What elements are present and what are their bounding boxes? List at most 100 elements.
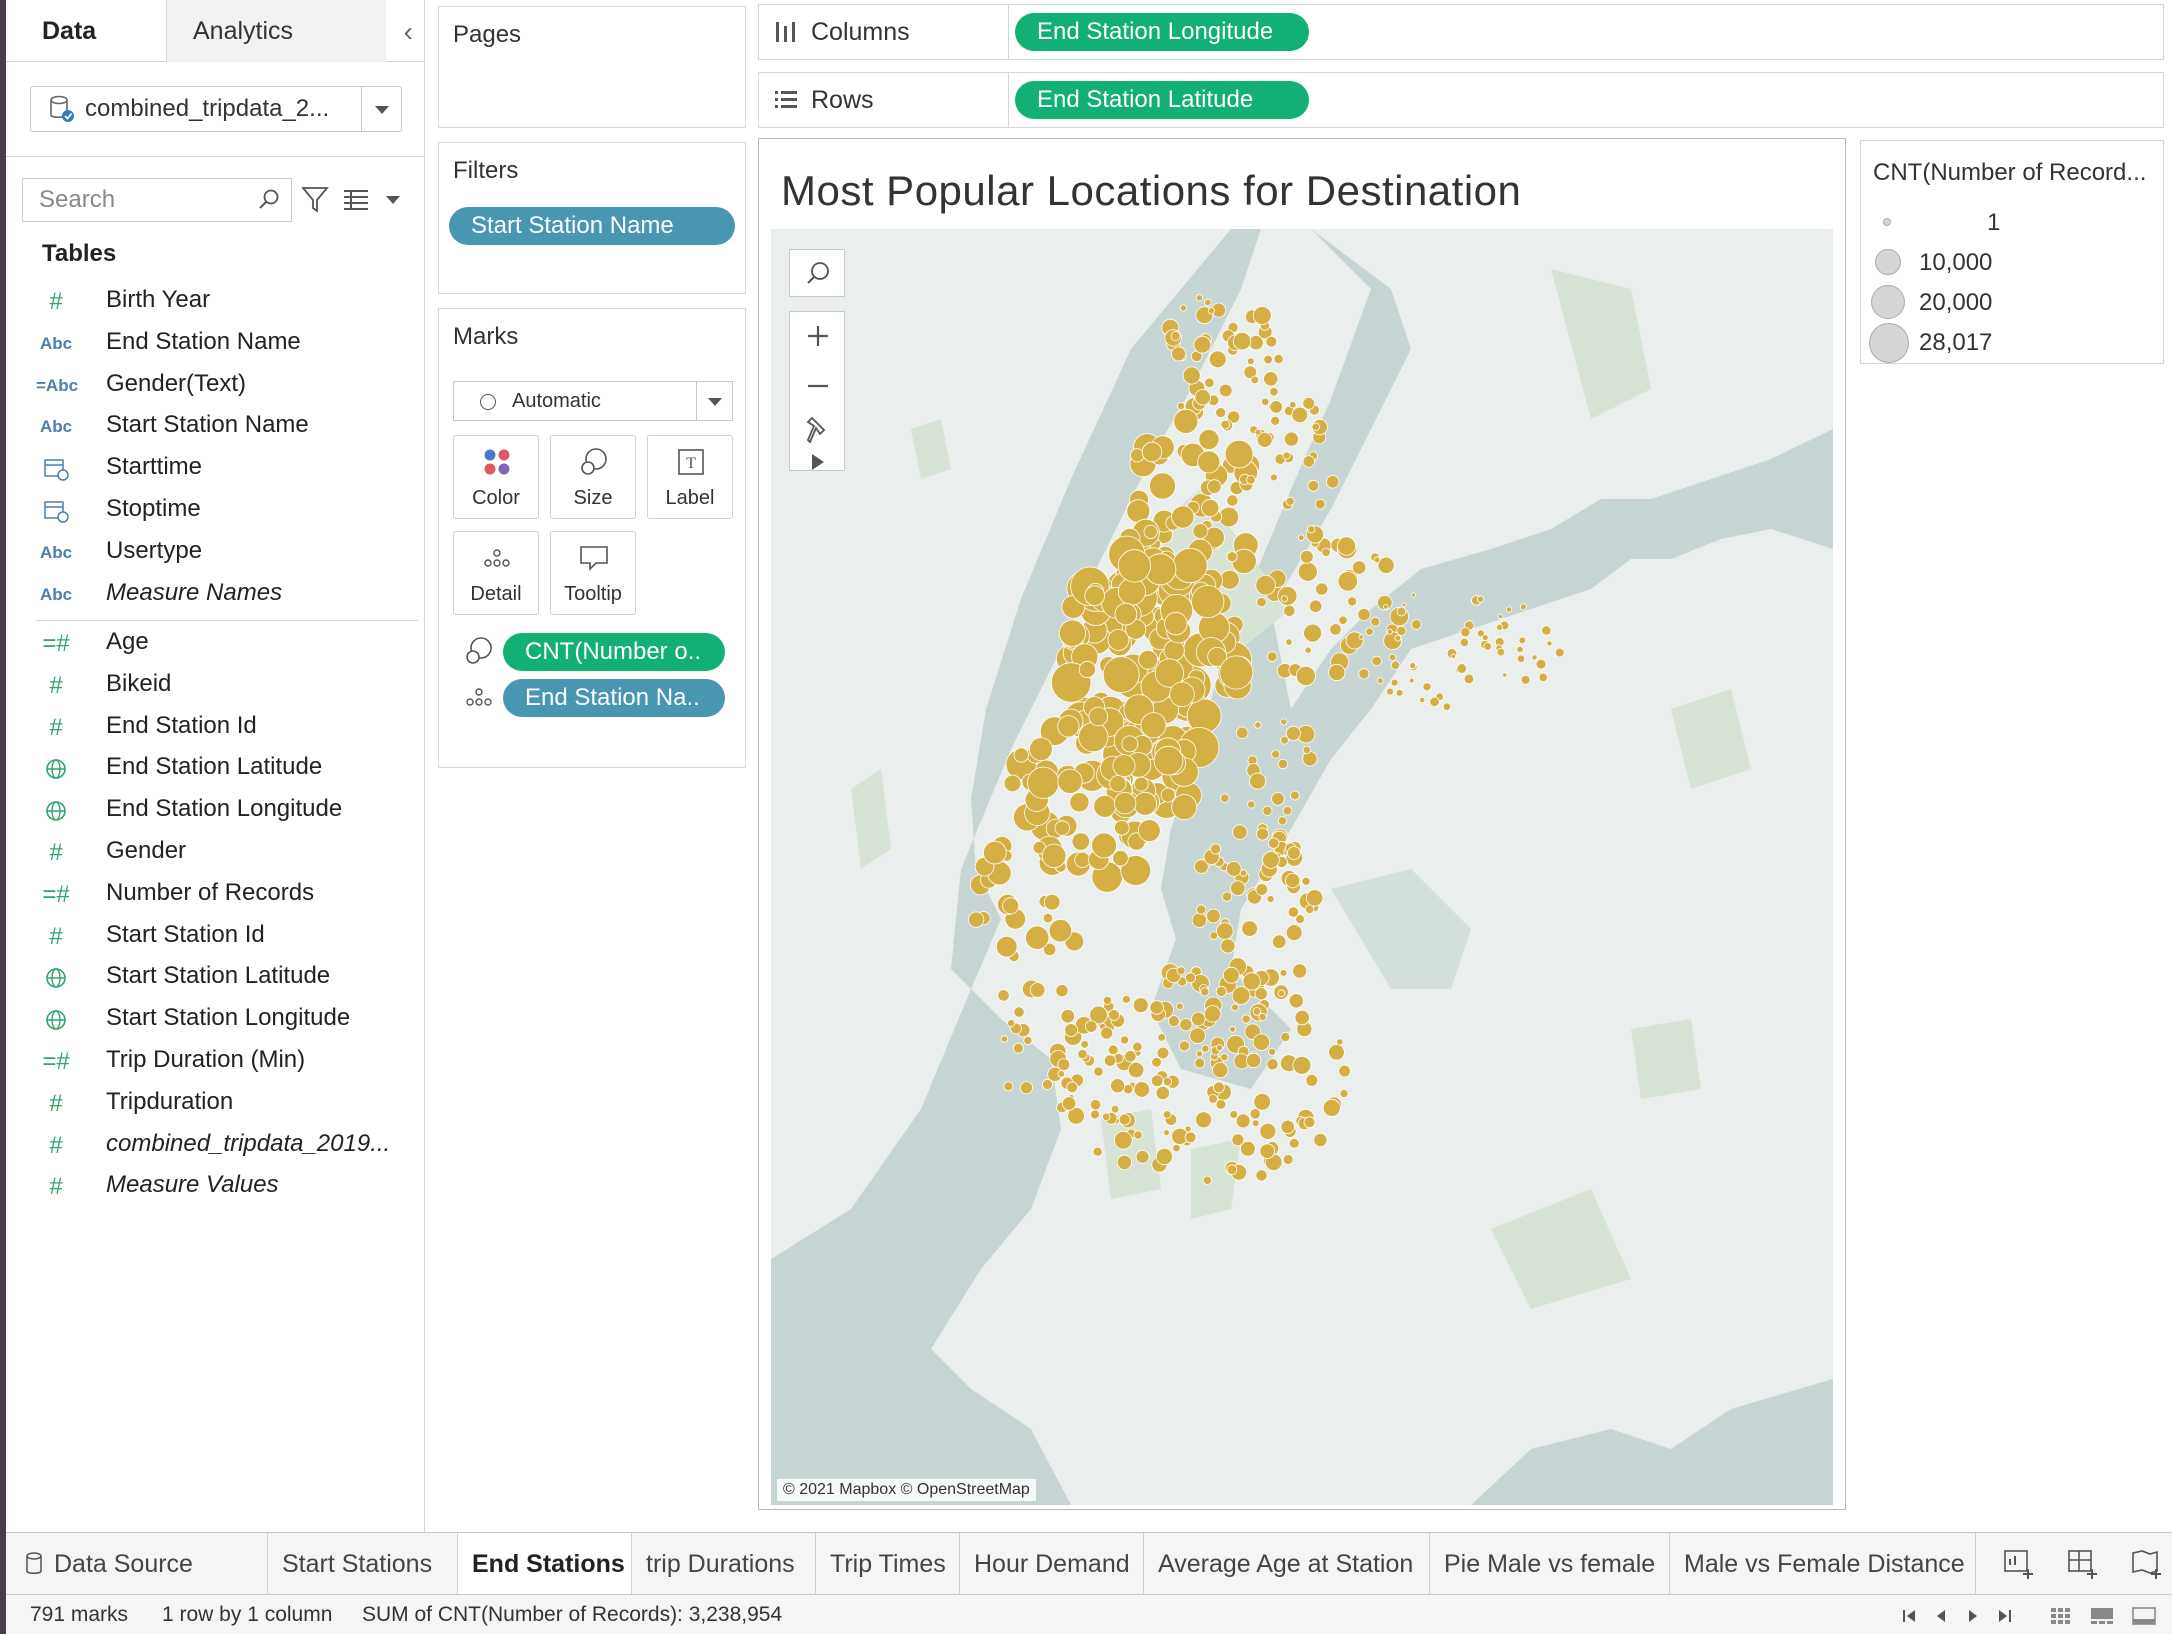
station-mark[interactable]: [1130, 448, 1145, 463]
station-mark[interactable]: [1156, 1046, 1170, 1060]
station-mark[interactable]: [1531, 654, 1538, 661]
station-mark[interactable]: [1463, 673, 1475, 685]
station-mark[interactable]: [1019, 1081, 1033, 1095]
station-mark[interactable]: [1054, 820, 1071, 836]
pages-shelf[interactable]: Pages: [438, 6, 746, 128]
station-mark[interactable]: [1175, 1002, 1184, 1011]
station-mark[interactable]: [1206, 479, 1222, 494]
station-mark[interactable]: [1200, 987, 1210, 997]
station-mark[interactable]: [1084, 585, 1106, 607]
station-mark[interactable]: [1206, 908, 1221, 924]
station-mark[interactable]: [1102, 656, 1140, 694]
new-dashboard-icon[interactable]: [2066, 1547, 2100, 1581]
station-mark[interactable]: [1171, 794, 1198, 821]
station-mark[interactable]: [1112, 850, 1129, 867]
station-mark[interactable]: [1204, 377, 1215, 389]
station-mark[interactable]: [1060, 1008, 1076, 1024]
sheet-tab[interactable]: Male vs Female Distance: [1670, 1533, 1976, 1595]
station-mark[interactable]: [1476, 595, 1485, 603]
station-mark[interactable]: [1048, 919, 1073, 943]
station-mark[interactable]: [1132, 997, 1149, 1014]
station-mark[interactable]: [1137, 819, 1161, 842]
station-mark[interactable]: [1287, 846, 1301, 860]
station-mark[interactable]: [1246, 1052, 1262, 1069]
station-mark[interactable]: [968, 911, 985, 928]
station-mark[interactable]: [1277, 758, 1289, 770]
station-mark[interactable]: [1027, 766, 1060, 799]
station-mark[interactable]: [1390, 678, 1399, 687]
station-mark[interactable]: [1197, 450, 1221, 474]
station-mark[interactable]: [1520, 674, 1531, 685]
station-mark[interactable]: [1396, 606, 1407, 617]
station-mark[interactable]: [1189, 1027, 1206, 1044]
station-mark[interactable]: [1118, 1113, 1131, 1126]
station-mark[interactable]: [1295, 665, 1316, 686]
station-mark[interactable]: [1169, 681, 1195, 708]
station-mark[interactable]: [1401, 602, 1407, 608]
station-mark[interactable]: [1064, 1023, 1079, 1037]
station-mark[interactable]: [1057, 1070, 1066, 1078]
station-mark[interactable]: [1259, 1143, 1276, 1159]
station-mark[interactable]: [1080, 1040, 1090, 1049]
station-mark[interactable]: [1394, 634, 1402, 642]
station-mark[interactable]: [1386, 687, 1394, 696]
station-mark[interactable]: [1201, 1044, 1210, 1053]
field-item[interactable]: # Bikeid: [36, 666, 416, 706]
station-mark[interactable]: [1516, 645, 1524, 654]
station-mark[interactable]: [1025, 925, 1050, 950]
station-mark[interactable]: [1326, 475, 1340, 489]
station-mark[interactable]: [1133, 776, 1149, 792]
station-mark[interactable]: [1090, 1109, 1100, 1120]
station-mark[interactable]: [1184, 972, 1196, 984]
station-mark[interactable]: [1173, 408, 1199, 434]
station-mark[interactable]: [1252, 1033, 1271, 1051]
station-mark[interactable]: [1388, 653, 1397, 662]
station-mark[interactable]: [1002, 897, 1020, 915]
first-page-icon[interactable]: [1900, 1607, 1918, 1625]
station-mark[interactable]: [1229, 1025, 1237, 1033]
station-mark[interactable]: [1279, 968, 1288, 977]
station-mark[interactable]: [1280, 1032, 1291, 1043]
station-mark[interactable]: [1116, 1154, 1132, 1171]
station-mark[interactable]: [1066, 1081, 1079, 1094]
station-mark[interactable]: [1277, 585, 1298, 606]
station-mark[interactable]: [1297, 561, 1318, 582]
station-mark[interactable]: [1459, 637, 1470, 647]
field-item[interactable]: # Tripduration: [36, 1084, 416, 1124]
station-mark[interactable]: [1164, 611, 1188, 636]
station-mark[interactable]: [1259, 1122, 1277, 1140]
station-mark[interactable]: [1069, 792, 1090, 813]
station-mark[interactable]: [995, 935, 1018, 958]
station-mark[interactable]: [1124, 1050, 1137, 1063]
station-mark[interactable]: [1277, 989, 1286, 998]
station-mark[interactable]: [1496, 647, 1506, 657]
station-mark[interactable]: [1091, 832, 1118, 859]
station-mark[interactable]: [1262, 851, 1280, 869]
previous-page-icon[interactable]: [1932, 1607, 1950, 1625]
sheet-tab[interactable]: Start Stations: [268, 1533, 458, 1595]
station-mark[interactable]: [1246, 357, 1255, 366]
station-mark[interactable]: [1250, 375, 1260, 385]
field-item[interactable]: # End Station Id: [36, 708, 416, 748]
station-mark[interactable]: [1103, 1054, 1117, 1067]
station-mark[interactable]: [1058, 619, 1086, 647]
station-mark[interactable]: [1013, 1006, 1025, 1018]
station-mark[interactable]: [1283, 431, 1299, 447]
station-mark[interactable]: [1386, 628, 1393, 635]
filters-shelf[interactable]: Filters Start Station Name: [438, 142, 746, 294]
sheet-tab[interactable]: trip Durations: [632, 1533, 816, 1595]
station-mark[interactable]: [1239, 1140, 1256, 1157]
station-mark[interactable]: [1042, 913, 1054, 924]
datasource-select[interactable]: combined_tripdata_2...: [30, 86, 402, 132]
station-mark[interactable]: [1195, 1111, 1213, 1129]
station-mark[interactable]: [1127, 1061, 1145, 1079]
station-mark[interactable]: [1226, 551, 1238, 563]
station-mark[interactable]: [1497, 613, 1504, 620]
field-item[interactable]: End Station Longitude: [36, 791, 416, 831]
field-item[interactable]: # Birth Year: [36, 282, 416, 322]
station-mark[interactable]: [1133, 1081, 1151, 1098]
station-mark[interactable]: [1411, 619, 1422, 630]
station-mark[interactable]: [1285, 872, 1301, 889]
station-mark[interactable]: [1307, 525, 1316, 534]
station-mark[interactable]: [1456, 663, 1468, 674]
